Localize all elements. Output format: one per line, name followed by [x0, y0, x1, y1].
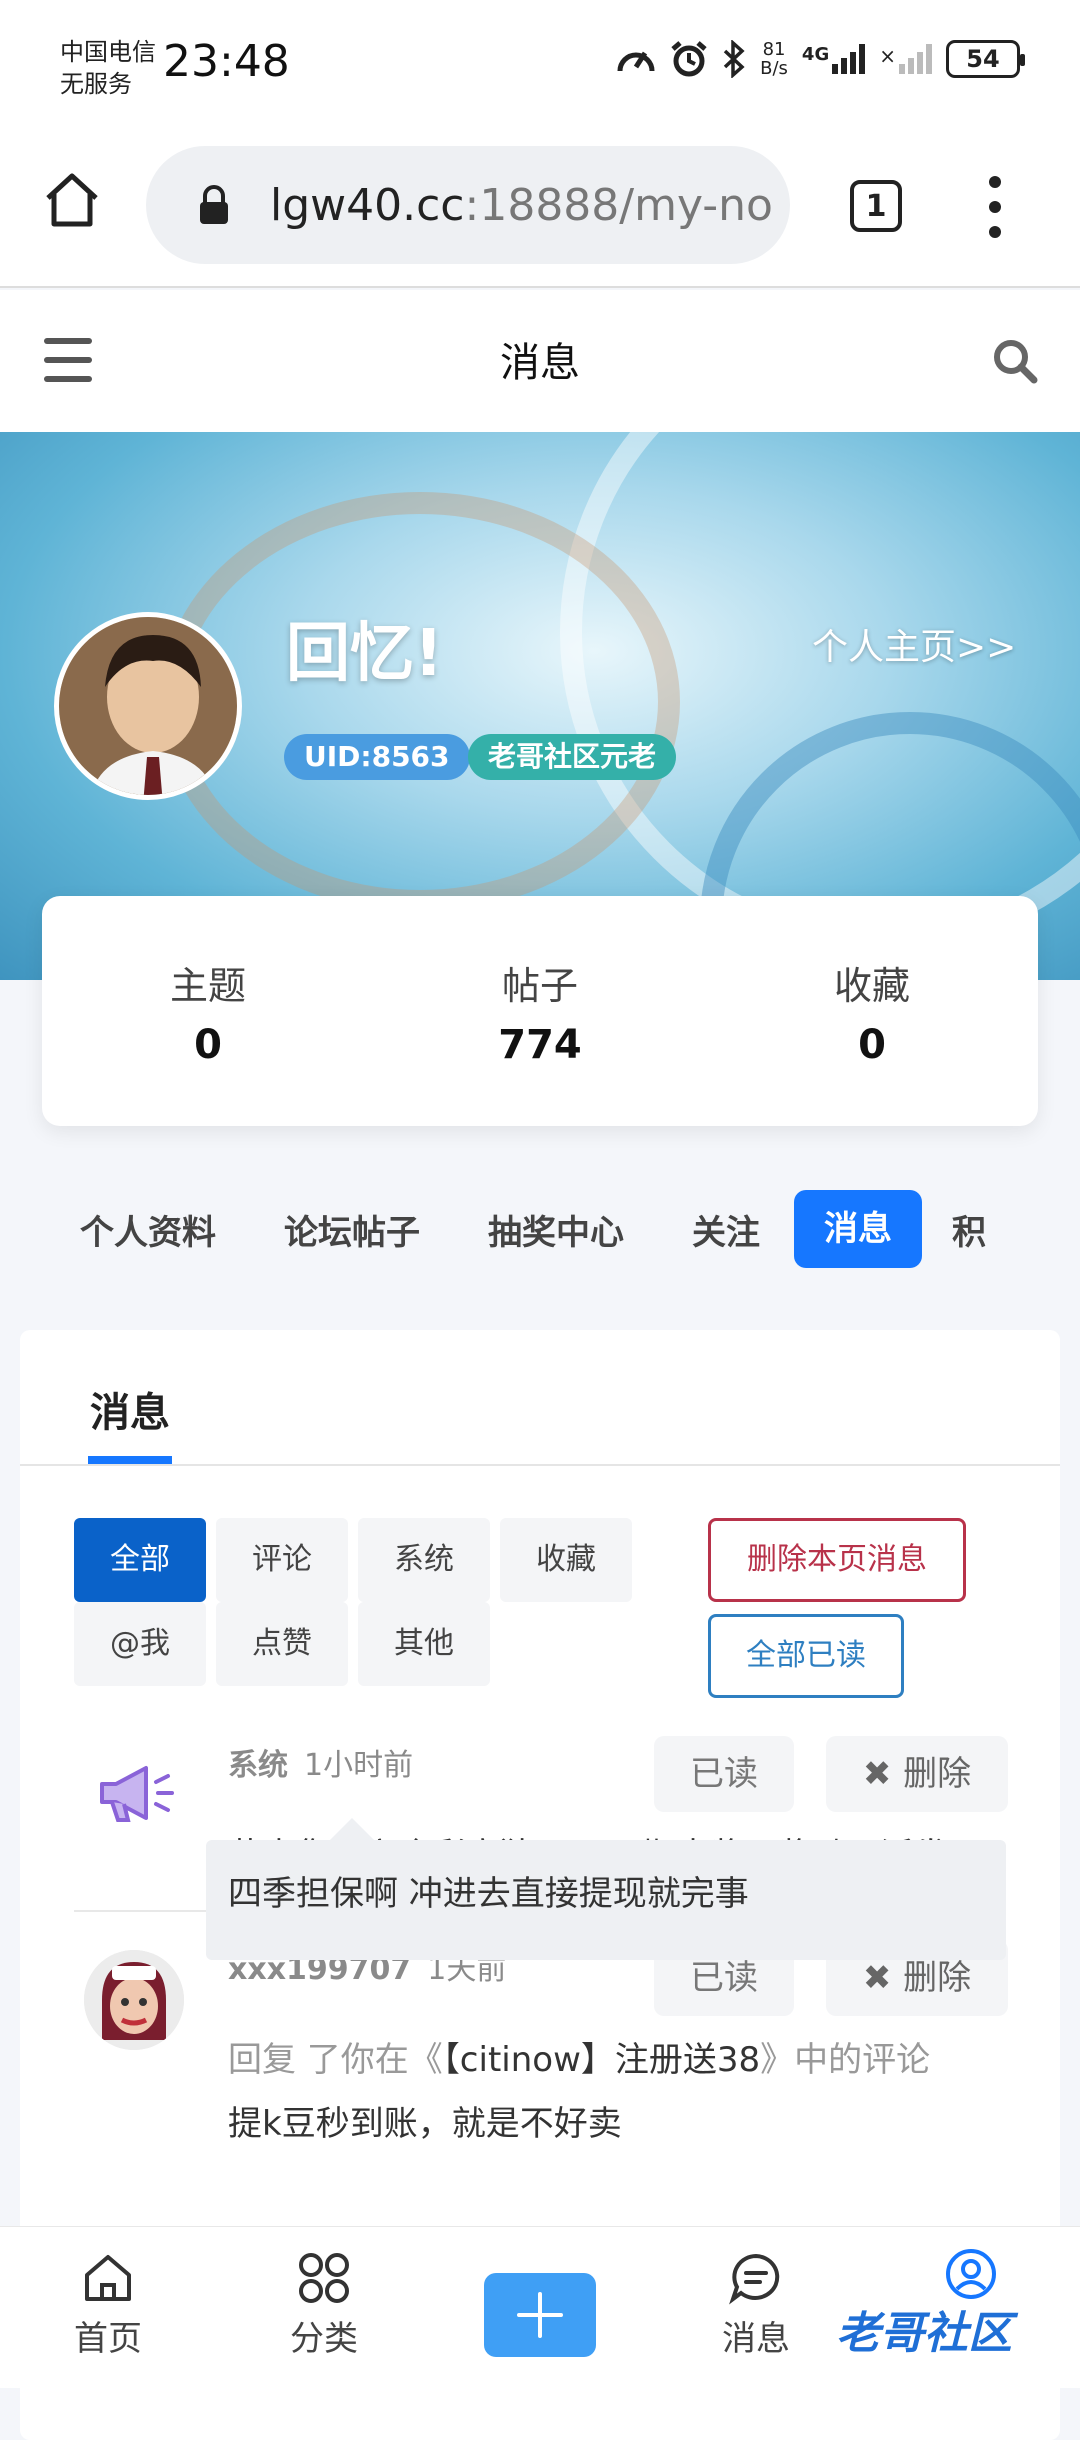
filter-comments[interactable]: 评论: [216, 1518, 348, 1602]
delete-page-messages-button[interactable]: 删除本页消息: [708, 1518, 966, 1602]
message-meta: 系统 1小时前: [228, 1740, 413, 1784]
stats-card: 主题 0 帖子 774 收藏 0: [42, 896, 1038, 1126]
status-icons: 81 B/s 4G × 54: [616, 40, 1025, 78]
browser-menu-button[interactable]: [980, 176, 1010, 238]
url-host: lgw40.cc: [270, 179, 465, 231]
search-button[interactable]: [990, 336, 1040, 386]
search-icon: [994, 340, 1038, 384]
net-speed-unit: B/s: [760, 58, 788, 79]
url-path: :18888/my-no: [464, 179, 773, 231]
message-text: 提k豆秒到账，就是不好卖: [228, 2104, 622, 2144]
browser-toolbar: lgw40.cc:18888/my-no 1: [0, 130, 1080, 288]
filter-favorites[interactable]: 收藏: [500, 1518, 632, 1602]
status-bar: 中国电信 无服务 23:48 81 B/s 4G × 54: [0, 0, 1080, 130]
user-circle-icon: [946, 2249, 996, 2299]
rank-badge: 老哥社区元老: [468, 734, 677, 780]
stat-posts[interactable]: 帖子 774: [374, 896, 706, 1126]
menu-icon[interactable]: [44, 338, 92, 382]
browser-home-button[interactable]: [42, 170, 102, 230]
reply-suffix: 》中的评论: [760, 2040, 931, 2080]
lock-icon: [198, 185, 230, 225]
add-post-button[interactable]: [484, 2273, 596, 2357]
stat-value: 774: [498, 1021, 582, 1068]
reply-topic-link[interactable]: 【citinow】注册送38: [443, 2040, 760, 2080]
speedometer-icon: [617, 51, 655, 72]
tab-following[interactable]: 关注: [692, 1205, 760, 1254]
net-speed-value: 81: [762, 39, 786, 60]
reply-prefix: 回复 了你在《: [228, 2040, 443, 2080]
signal-strength-icon: 4G: [801, 44, 866, 74]
clock: 23:48: [163, 36, 290, 87]
tab-messages[interactable]: 消息: [794, 1190, 922, 1268]
filter-other[interactable]: 其他: [358, 1602, 490, 1686]
stat-label: 帖子: [501, 963, 578, 1008]
battery-level: 54: [966, 45, 1000, 73]
carrier-status: 无服务: [60, 70, 132, 98]
messages-card-title[interactable]: 消息: [90, 1380, 170, 1438]
filter-likes[interactable]: 点赞: [216, 1602, 348, 1686]
message-sender[interactable]: 系统: [228, 1740, 288, 1784]
network-type: 4G: [801, 44, 830, 65]
filter-system[interactable]: 系统: [358, 1518, 490, 1602]
quoted-comment: 四季担保啊 冲进去直接提现就完事: [206, 1840, 1006, 1960]
stat-value: 0: [194, 1021, 222, 1068]
close-icon: ✖: [862, 1958, 904, 1998]
nav-home[interactable]: 首页: [38, 2251, 178, 2360]
filter-mentions[interactable]: @我: [74, 1602, 206, 1686]
home-icon: [46, 173, 98, 227]
message-time: 1小时前: [304, 1748, 414, 1783]
address-bar[interactable]: lgw40.cc:18888/my-no: [146, 146, 790, 264]
net-speed: 81 B/s: [760, 40, 788, 78]
tab-points[interactable]: 积: [952, 1205, 986, 1254]
app-header: 消息: [0, 290, 1080, 432]
divider: [20, 1464, 1060, 1466]
bluetooth-icon: [723, 40, 745, 78]
nav-messages-label: 消息: [722, 2319, 790, 2359]
profile-tabs: 个人资料 论坛帖子 抽奖中心 关注 消息 积: [0, 1190, 1080, 1268]
tab-count: 1: [865, 188, 887, 224]
site-logo: 老哥社区: [836, 2308, 1012, 2359]
nav-home-label: 首页: [74, 2319, 142, 2359]
stat-label: 收藏: [833, 963, 910, 1008]
url-text: lgw40.cc:18888/my-no: [270, 180, 773, 231]
alarm-icon: [671, 41, 707, 77]
active-tab-indicator: [88, 1456, 172, 1464]
bottom-navigation: 首页 分类 消息 老哥社区: [0, 2226, 1080, 2388]
tab-switcher-button[interactable]: 1: [850, 180, 902, 232]
tab-lottery[interactable]: 抽奖中心: [488, 1205, 624, 1254]
homepage-link[interactable]: 个人主页>>: [812, 618, 1016, 670]
avatar[interactable]: [54, 612, 242, 800]
mark-read-button[interactable]: 已读: [654, 1736, 794, 1812]
delete-label: 删除: [903, 1754, 972, 1794]
tab-profile[interactable]: 个人资料: [80, 1205, 216, 1254]
nav-category-label: 分类: [290, 2319, 358, 2359]
megaphone-icon: [98, 1762, 176, 1824]
filter-all[interactable]: 全部: [74, 1518, 206, 1602]
carrier-name: 中国电信: [60, 38, 156, 66]
stat-label: 主题: [169, 963, 246, 1008]
username: 回忆!: [286, 617, 444, 691]
battery-icon: 54: [946, 40, 1025, 78]
nav-category[interactable]: 分类: [254, 2251, 394, 2360]
home-icon: [85, 2255, 131, 2301]
avatar[interactable]: [84, 1950, 184, 2050]
mark-all-read-button[interactable]: 全部已读: [708, 1614, 904, 1698]
plus-icon: [517, 2292, 563, 2338]
tab-forum-posts[interactable]: 论坛帖子: [284, 1205, 420, 1254]
close-icon: ✖: [862, 1754, 904, 1794]
delete-label: 删除: [903, 1958, 972, 1998]
nav-messages[interactable]: 消息: [686, 2251, 826, 2360]
grid-icon: [299, 2253, 349, 2303]
uid-badge: UID:8563: [284, 734, 470, 780]
signal-none-icon: ×: [879, 44, 932, 74]
delete-message-button[interactable]: ✖ 删除: [826, 1736, 1008, 1812]
quote-pointer: [330, 1818, 374, 1840]
stat-value: 0: [858, 1021, 886, 1068]
chat-icon: [729, 2253, 780, 2305]
stat-favorites[interactable]: 收藏 0: [706, 896, 1038, 1126]
reply-context: 回复 了你在《【citinow】注册送38》中的评论: [228, 2032, 930, 2081]
page-title: 消息: [500, 340, 580, 386]
stat-topics[interactable]: 主题 0: [42, 896, 374, 1126]
